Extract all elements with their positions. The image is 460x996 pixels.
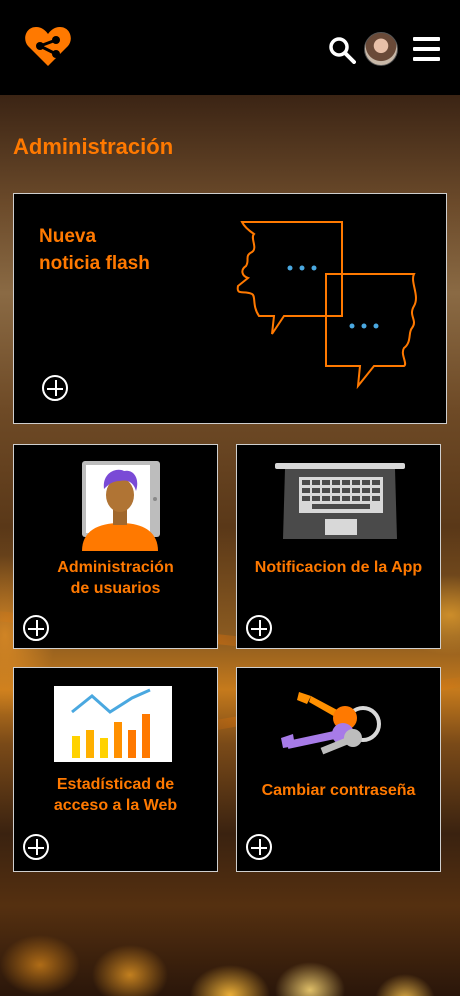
laptop-icon xyxy=(275,463,405,539)
add-icon[interactable] xyxy=(246,834,272,860)
card-app-notifications[interactable]: Notificacion de la App xyxy=(236,444,441,649)
card-title: Cambiar contraseña xyxy=(261,782,416,799)
page-title: Administración xyxy=(13,134,174,159)
card-new-flash-news[interactable]: Nueva noticia flash xyxy=(13,193,447,424)
user-tablet-icon xyxy=(82,461,160,551)
add-icon[interactable] xyxy=(246,615,272,641)
keys-icon xyxy=(281,692,381,755)
card-user-admin[interactable]: Administración de usuarios xyxy=(13,444,218,649)
top-bar xyxy=(0,0,460,95)
search-icon[interactable] xyxy=(328,36,356,64)
card-web-stats[interactable]: Estadísticad de acceso a la Web xyxy=(13,667,218,872)
card-title: Notificacion de la App xyxy=(254,559,423,576)
heart-share-icon[interactable] xyxy=(24,24,72,68)
add-icon[interactable] xyxy=(23,834,49,860)
card-change-password[interactable]: Cambiar contraseña xyxy=(236,667,441,872)
bar-chart-icon xyxy=(54,686,172,762)
chat-faces-icon xyxy=(236,221,417,390)
user-avatar[interactable] xyxy=(364,32,398,66)
hamburger-menu-icon[interactable] xyxy=(413,37,440,61)
card-title: Administración de usuarios xyxy=(57,559,174,597)
card-title: Estadísticad de acceso a la Web xyxy=(53,776,178,814)
add-icon[interactable] xyxy=(42,375,68,401)
add-icon[interactable] xyxy=(23,615,49,641)
